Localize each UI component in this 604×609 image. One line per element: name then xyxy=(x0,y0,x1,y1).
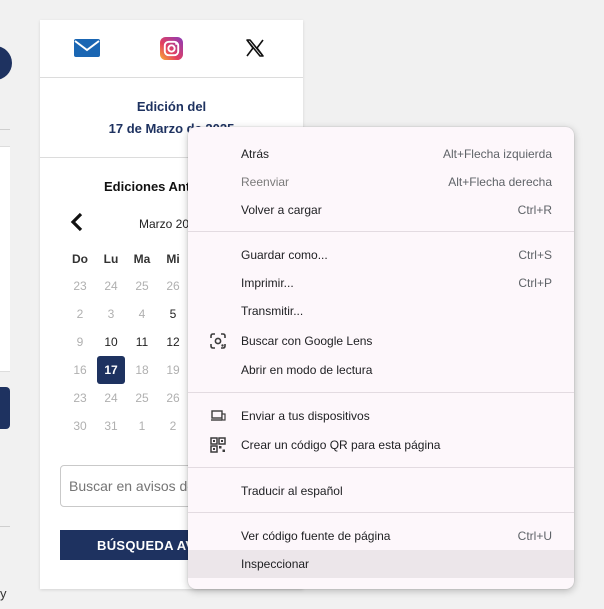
calendar-day[interactable]: 5 xyxy=(160,301,186,327)
menu-item-forward[interactable]: Reenviar Alt+Flecha derecha xyxy=(188,168,574,196)
left-page-edge xyxy=(0,0,12,609)
calendar-day[interactable]: 2 xyxy=(160,413,186,439)
menu-item-shortcut: Ctrl+S xyxy=(518,248,552,262)
menu-item-print[interactable]: Imprimir... Ctrl+P xyxy=(188,269,574,297)
context-menu: Atrás Alt+Flecha izquierda Reenviar Alt+… xyxy=(188,127,574,589)
divider xyxy=(0,526,10,527)
calendar-day[interactable]: 19 xyxy=(160,357,186,383)
left-trailing-text: y xyxy=(0,586,7,601)
menu-item-label: Ver código fuente de página xyxy=(241,529,391,543)
weekday: Do xyxy=(72,252,88,266)
edition-label: Edición del xyxy=(136,99,207,114)
calendar-day[interactable]: 2 xyxy=(67,301,93,327)
menu-item-label: Atrás xyxy=(241,147,270,161)
menu-item-label: Buscar con Google Lens xyxy=(241,334,373,348)
menu-item-reload[interactable]: Volver a cargar Ctrl+R xyxy=(188,196,574,224)
menu-separator xyxy=(188,231,574,232)
menu-item-translate[interactable]: Traducir al español xyxy=(188,477,574,505)
menu-item-label: Inspeccionar xyxy=(241,557,310,571)
menu-item-send-to-devices[interactable]: Enviar a tus dispositivos xyxy=(188,402,574,430)
menu-item-label: Guardar como... xyxy=(241,248,328,262)
calendar-day[interactable]: 3 xyxy=(98,301,124,327)
menu-item-shortcut: Alt+Flecha derecha xyxy=(448,175,552,189)
menu-separator xyxy=(188,392,574,393)
menu-item-label: Traducir al español xyxy=(241,484,343,498)
divider xyxy=(0,129,10,130)
menu-item-label: Crear un código QR para esta página xyxy=(241,438,441,452)
menu-item-reading-mode[interactable]: Abrir en modo de lectura xyxy=(188,356,574,384)
menu-item-label: Transmitir... xyxy=(241,304,304,318)
calendar-day[interactable]: 24 xyxy=(98,385,124,411)
menu-item-label: Abrir en modo de lectura xyxy=(241,363,373,377)
menu-item-save-as[interactable]: Guardar como... Ctrl+S xyxy=(188,241,574,269)
google-lens-icon xyxy=(210,333,226,349)
menu-item-label: Volver a cargar xyxy=(241,203,322,217)
weekday: Lu xyxy=(103,252,119,266)
calendar-day[interactable]: 9 xyxy=(67,329,93,355)
devices-icon xyxy=(210,408,226,424)
weekday: Ma xyxy=(133,252,151,266)
calendar-day[interactable]: 1 xyxy=(129,413,155,439)
menu-item-shortcut: Ctrl+U xyxy=(517,529,552,543)
calendar-day[interactable]: 31 xyxy=(98,413,124,439)
menu-item-google-lens[interactable]: Buscar con Google Lens xyxy=(188,327,574,355)
calendar-day-selected[interactable]: 17 xyxy=(97,356,125,384)
menu-item-shortcut: Ctrl+R xyxy=(517,203,552,217)
menu-separator xyxy=(188,467,574,468)
calendar-day[interactable]: 26 xyxy=(160,273,186,299)
calendar-day[interactable]: 10 xyxy=(98,329,124,355)
calendar-day[interactable]: 23 xyxy=(67,273,93,299)
calendar-day[interactable]: 24 xyxy=(98,273,124,299)
calendar-day[interactable]: 25 xyxy=(129,273,155,299)
calendar-day[interactable]: 11 xyxy=(129,329,155,355)
menu-item-label: Imprimir... xyxy=(241,276,294,290)
menu-item-label: Enviar a tus dispositivos xyxy=(241,409,370,423)
menu-item-shortcut: Ctrl+P xyxy=(518,276,552,290)
menu-item-inspect[interactable]: Inspeccionar xyxy=(188,550,574,578)
calendar-day[interactable]: 18 xyxy=(129,357,155,383)
menu-item-back[interactable]: Atrás Alt+Flecha izquierda xyxy=(188,140,574,168)
menu-separator xyxy=(188,512,574,513)
menu-item-cast[interactable]: Transmitir... xyxy=(188,297,574,325)
calendar-prev-month-icon[interactable] xyxy=(69,212,85,237)
left-round-button[interactable] xyxy=(0,46,12,80)
menu-item-qr-code[interactable]: Crear un código QR para esta página xyxy=(188,431,574,459)
instagram-icon[interactable] xyxy=(158,36,184,60)
calendar-day[interactable]: 16 xyxy=(67,357,93,383)
menu-item-view-source[interactable]: Ver código fuente de página Ctrl+U xyxy=(188,522,574,550)
calendar-day[interactable]: 4 xyxy=(129,301,155,327)
calendar-day[interactable]: 25 xyxy=(129,385,155,411)
left-button[interactable] xyxy=(0,387,10,429)
calendar-day[interactable]: 12 xyxy=(160,329,186,355)
calendar-day[interactable]: 23 xyxy=(67,385,93,411)
qr-code-icon xyxy=(210,437,226,453)
menu-item-shortcut: Alt+Flecha izquierda xyxy=(442,147,552,161)
social-links xyxy=(40,20,303,78)
calendar-day[interactable]: 26 xyxy=(160,385,186,411)
calendar-day[interactable]: 30 xyxy=(67,413,93,439)
mail-icon[interactable] xyxy=(74,36,100,60)
weekday: Mi xyxy=(166,252,180,266)
menu-item-label: Reenviar xyxy=(241,175,290,189)
left-panel xyxy=(0,146,10,372)
x-icon[interactable] xyxy=(242,36,268,60)
